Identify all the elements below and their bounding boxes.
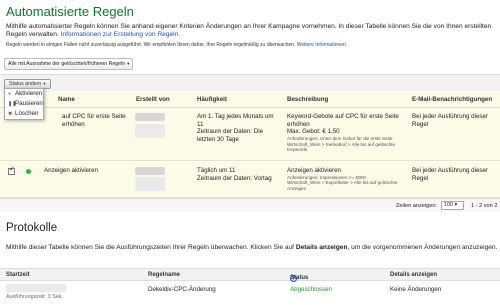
col-email[interactable]: E-Mail-Benachrichtigungen (412, 96, 492, 103)
row-checkbox[interactable] (8, 166, 15, 175)
table-row: auf CPC für erste Seite erhöhen Am 1. Ta… (0, 108, 500, 161)
pause-icon: ❚❚ (8, 101, 17, 107)
note-text: Regeln werden in einigen Fällen nicht zu… (6, 42, 296, 48)
pagination-bar: Zeilen anzeigen: 100 ▾ 1 - 2 von 2 (0, 198, 500, 212)
menu-item-label: Aktivieren (15, 90, 43, 97)
description-detail: Wirtschaft_Wien > Seiteabruf > Alle bis … (287, 141, 396, 153)
menu-item-pause[interactable]: ❚❚Pausieren (5, 99, 43, 109)
help-icon[interactable]: ? (290, 275, 297, 282)
page-range: 1 - 2 von 2 (471, 203, 498, 209)
activate-icon: ● (8, 91, 12, 97)
redacted-author (135, 177, 165, 191)
chevron-down-icon: ▾ (127, 61, 130, 66)
rows-label: Zeilen anzeigen: (396, 203, 438, 209)
rows-value: 100 (444, 202, 453, 208)
description-line: Keyword-Gebote auf CPC für erste Seite e… (287, 113, 399, 128)
menu-item-label: Löschen (15, 110, 39, 117)
description-line: Max. Gebot: € 1,50 (287, 128, 340, 136)
log-details: Keine Änderungen (390, 286, 442, 293)
log-status: Abgeschlossen (290, 286, 332, 293)
status-menu: ● Aktivieren ❚❚Pausieren ✖ Löschen (4, 88, 44, 120)
rule-description: Keyword-Gebote auf CPC für erste Seite e… (287, 113, 405, 153)
intro-text: Mithilfe automatisierter Regeln können S… (6, 23, 494, 40)
status-button-label: Status ändern (9, 81, 42, 87)
protocol-intro-bold: Details anzeigen (295, 244, 348, 251)
filter-label: Alle mit Ausnahme der gelöschten/frühere… (8, 61, 126, 67)
description-detail: Anforderungen: Unter dem Gebot für die e… (287, 135, 393, 141)
rule-email: Bei jeder Ausführung dieser Regel (412, 167, 489, 182)
frequency-line: Täglich um 11 (197, 167, 236, 174)
rule-email: Bei jeder Ausführung dieser Regel (412, 113, 489, 128)
redacted-author (135, 124, 165, 138)
menu-item-label: Pausieren (15, 100, 43, 107)
description-detail: Wirtschaft_Wien > Exportleiter > Alle bi… (287, 180, 398, 192)
chevron-down-icon: ▾ (43, 81, 46, 86)
menu-item-activate[interactable]: ● Aktivieren (5, 89, 43, 99)
rows-per-page-select[interactable]: 100 ▾ (441, 201, 464, 210)
rule-name[interactable]: Anzeigen aktivieren (44, 167, 132, 175)
status-active-icon (26, 169, 31, 174)
col-name[interactable]: Name (58, 96, 75, 103)
protocol-title: Protokolle (6, 222, 58, 234)
reliability-note: Regeln werden in einigen Fällen nicht zu… (6, 42, 496, 48)
redacted-start-time (6, 284, 66, 292)
table-row: Anzeigen aktivieren Täglich um 11 Zeitra… (0, 162, 500, 198)
more-info-link[interactable]: Weitere Informationen (297, 42, 346, 48)
execution-time: Ausführungszeit: 3 Sek. (6, 294, 63, 300)
col-start-time[interactable]: Startzeit (6, 272, 30, 278)
frequency-line: Zeitraum der Daten: Vortag (197, 174, 272, 182)
col-details[interactable]: Details anzeigen (390, 272, 437, 278)
frequency-line: Am 1. Tag jedes Monats um 11 (197, 113, 274, 128)
col-description[interactable]: Beschreibung (287, 96, 328, 103)
col-rule-name[interactable]: Regelname (148, 272, 180, 278)
delete-icon: ✖ (8, 111, 13, 117)
rule-filter-dropdown[interactable]: Alle mit Ausnahme der gelöschten/frühere… (4, 58, 134, 70)
protocol-row: Ausführungszeit: 3 Sek. Dekeldiv-CPC-Änd… (0, 282, 500, 305)
rule-frequency: Am 1. Tag jedes Monats um 11 Zeitraum de… (197, 113, 281, 143)
protocol-table-header: Startzeit Regelname Status ? Details anz… (0, 268, 500, 282)
frequency-line: Zeitraum der Daten: Die letzten 30 Tage (197, 128, 264, 143)
redacted-author (135, 113, 165, 121)
rules-help-link[interactable]: Informationen zur Erstellung von Regeln. (61, 31, 181, 38)
rules-table-header: Name Erstellt von Häufigkeit Beschreibun… (0, 91, 500, 108)
protocol-intro-text: Mithilfe dieser Tabelle können Sie die A… (6, 244, 296, 251)
protocol-intro: Mithilfe dieser Tabelle können Sie die A… (6, 244, 498, 253)
redacted-author (135, 167, 165, 175)
col-frequency[interactable]: Häufigkeit (197, 96, 227, 103)
log-rule-name: Dekeldiv-CPC-Änderung (148, 286, 216, 293)
menu-item-delete[interactable]: ✖ Löschen (5, 109, 43, 119)
protocol-intro-end: , um die vorgenommenen Änderungen anzuze… (347, 244, 498, 251)
rule-frequency: Täglich um 11 Zeitraum der Daten: Vortag (197, 167, 281, 182)
description-line: Anzeigen aktivieren (287, 167, 342, 174)
rule-name[interactable]: auf CPC für erste Seite erhöhen (62, 113, 130, 128)
rule-description: Anzeigen aktivieren Anforderungen: Impre… (287, 167, 405, 192)
col-created-by[interactable]: Erstellt von (136, 96, 170, 103)
page-title: Automatisierte Regeln (6, 4, 134, 19)
